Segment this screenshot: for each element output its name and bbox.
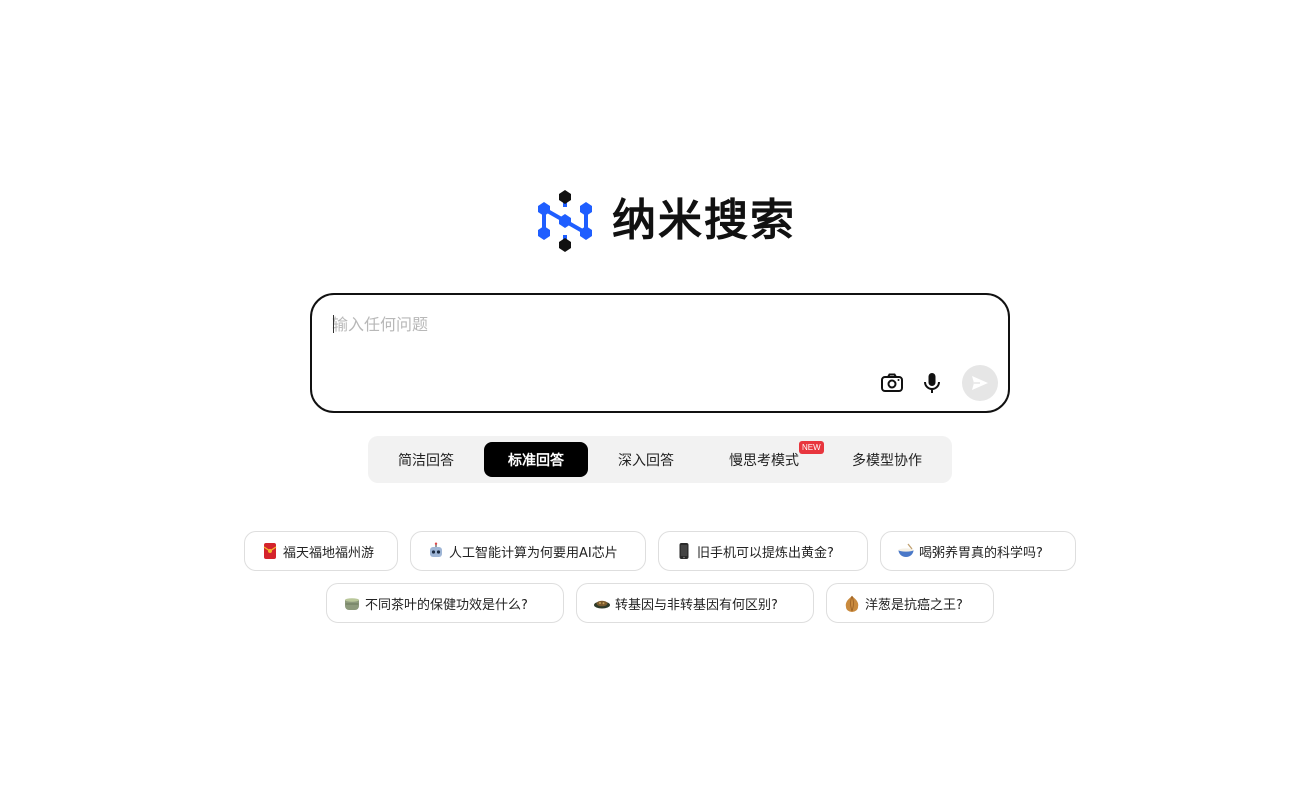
send-icon [972, 376, 988, 390]
onion-icon [843, 594, 861, 612]
text-caret [333, 315, 334, 333]
suggestion-chip[interactable]: 人工智能计算为何要用AI芯片 [410, 531, 646, 571]
dish-icon [593, 594, 611, 612]
camera-button[interactable] [874, 365, 910, 401]
logo-mark-icon [538, 190, 592, 252]
suggestion-chip[interactable]: 旧手机可以提炼出黄金? [658, 531, 868, 571]
suggestion-text: 人工智能计算为何要用AI芯片 [449, 545, 618, 561]
robot-icon [427, 542, 445, 560]
tab-concise-answer[interactable]: 简洁回答 [384, 442, 468, 477]
home-page: 纳米搜索 简洁回答 [0, 0, 1296, 790]
suggestion-text: 不同茶叶的保健功效是什么? [365, 597, 528, 613]
logo: 纳米搜索 [536, 187, 796, 255]
suggestion-text: 喝粥养胃真的科学吗? [919, 545, 1043, 561]
camera-icon [881, 373, 903, 392]
suggestion-text: 旧手机可以提炼出黄金? [697, 545, 834, 561]
suggestion-chip[interactable]: 洋葱是抗癌之王? [826, 583, 994, 623]
suggestion-chip[interactable]: 转基因与非转基因有何区别? [576, 583, 814, 623]
answer-mode-bar: 简洁回答 标准回答 深入回答 慢思考模式 NEW 多模型协作 [368, 436, 952, 483]
search-box [310, 293, 1010, 413]
suggestion-chip[interactable]: 福天福地福州游 [244, 531, 398, 571]
microphone-button[interactable] [914, 365, 950, 401]
new-badge: NEW [799, 441, 824, 454]
tab-standard-answer[interactable]: 标准回答 [484, 442, 588, 477]
suggestion-text: 福天福地福州游 [283, 545, 375, 561]
suggestion-text: 洋葱是抗癌之王? [865, 597, 963, 613]
tea-icon [343, 594, 361, 612]
send-button[interactable] [962, 365, 998, 401]
tab-deep-answer[interactable]: 深入回答 [604, 442, 688, 477]
phone-icon [675, 542, 693, 560]
bowl-icon [897, 542, 915, 560]
logo-text: 纳米搜索 [612, 195, 796, 246]
red-envelope-icon [261, 542, 279, 560]
suggestion-text: 转基因与非转基因有何区别? [615, 597, 778, 613]
tab-multi-model-collab[interactable]: 多模型协作 [838, 442, 936, 477]
suggestion-chip[interactable]: 喝粥养胃真的科学吗? [880, 531, 1076, 571]
search-input[interactable] [332, 309, 972, 339]
suggestion-chip[interactable]: 不同茶叶的保健功效是什么? [326, 583, 564, 623]
microphone-icon [924, 373, 940, 393]
